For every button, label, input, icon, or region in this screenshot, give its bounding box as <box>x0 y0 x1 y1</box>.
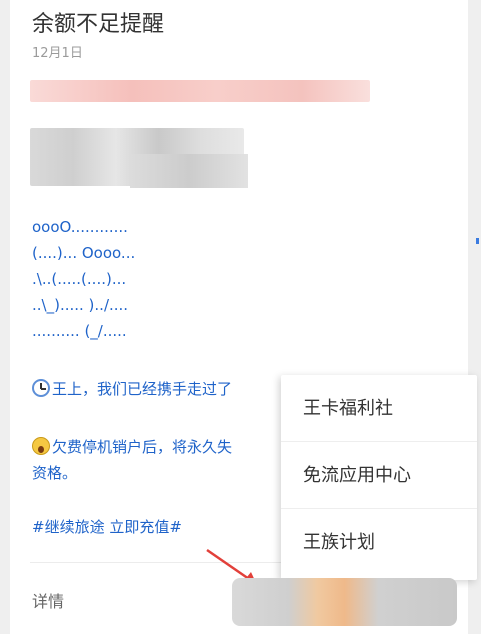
popup-menu: 王卡福利社 免流应用中心 王族计划 <box>281 375 477 580</box>
message-line-1-text: 王上，我们已经携手走过了 <box>52 380 233 398</box>
message-line-3: 资格。 <box>32 464 78 482</box>
message-date: 12月1日 <box>32 46 83 61</box>
ascii-line-2: (....)... Oooo... <box>32 244 136 262</box>
ascii-line-3: .\..(.....(....)... <box>32 270 127 288</box>
message-line-2-text: 欠费停机销户后，将永久失 <box>52 438 233 456</box>
blurred-text-line <box>30 80 370 102</box>
blurred-bottom-bar[interactable] <box>232 578 457 626</box>
menu-item-wangzu-plan[interactable]: 王族计划 <box>281 509 477 576</box>
scroll-indicator <box>476 238 479 244</box>
blurred-text-block-extra <box>130 154 248 188</box>
menu-item-wangka-fulishe[interactable]: 王卡福利社 <box>281 375 477 442</box>
message-line-2: 欠费停机销户后，将永久失 <box>32 436 232 457</box>
hashtag-link[interactable]: #继续旅途 立即充值# <box>32 516 182 537</box>
clock-emoji-icon <box>32 379 50 397</box>
ascii-line-5: .......... (_/..... <box>32 322 127 340</box>
detail-link[interactable]: 详情 <box>32 588 64 612</box>
message-title: 余额不足提醒 <box>32 12 165 37</box>
ascii-art: oooO............ (....)... Oooo... .\..(..… <box>32 214 135 344</box>
menu-item-mianliu-app-center[interactable]: 免流应用中心 <box>281 442 477 509</box>
message-line-1: 王上，我们已经携手走过了 <box>32 378 232 399</box>
ascii-line-1: oooO............ <box>32 218 128 236</box>
scream-emoji-icon <box>32 437 50 455</box>
ascii-line-4: ..\_)..... )../.... <box>32 296 129 314</box>
